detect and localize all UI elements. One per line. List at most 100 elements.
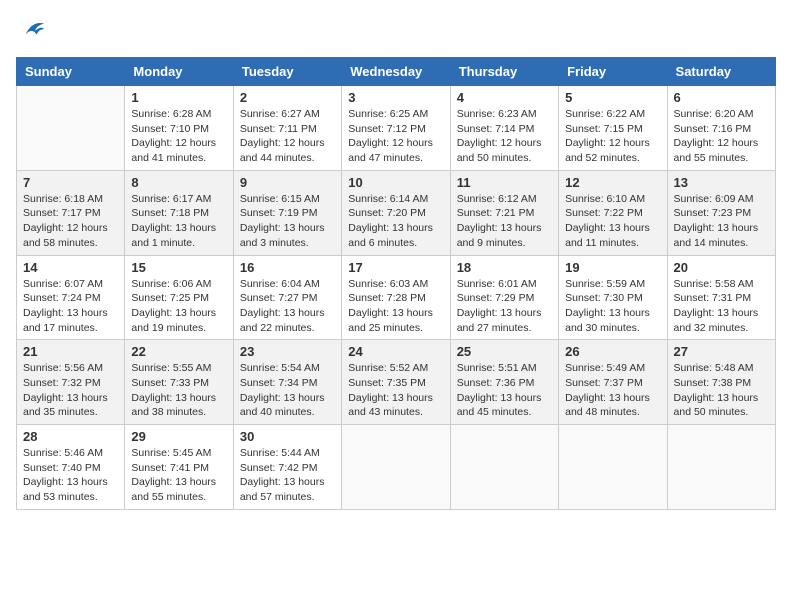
table-row: 19 Sunrise: 5:59 AM Sunset: 7:30 PM Dayli… (559, 255, 667, 340)
day-info: Sunrise: 5:54 AM Sunset: 7:34 PM Dayligh… (240, 361, 335, 420)
table-row: 11 Sunrise: 6:12 AM Sunset: 7:21 PM Dayli… (450, 170, 558, 255)
day-number: 29 (131, 429, 226, 444)
day-info: Sunrise: 6:15 AM Sunset: 7:19 PM Dayligh… (240, 192, 335, 251)
table-row (559, 425, 667, 510)
week-row-1: 1 Sunrise: 6:28 AM Sunset: 7:10 PM Daylig… (17, 86, 776, 171)
day-info: Sunrise: 6:25 AM Sunset: 7:12 PM Dayligh… (348, 107, 443, 166)
day-info: Sunrise: 6:20 AM Sunset: 7:16 PM Dayligh… (674, 107, 769, 166)
weekday-header-thursday: Thursday (450, 58, 558, 86)
day-info: Sunrise: 6:01 AM Sunset: 7:29 PM Dayligh… (457, 277, 552, 336)
day-info: Sunrise: 5:48 AM Sunset: 7:38 PM Dayligh… (674, 361, 769, 420)
day-number: 21 (23, 344, 118, 359)
weekday-header-wednesday: Wednesday (342, 58, 450, 86)
table-row: 6 Sunrise: 6:20 AM Sunset: 7:16 PM Daylig… (667, 86, 775, 171)
table-row: 2 Sunrise: 6:27 AM Sunset: 7:11 PM Daylig… (233, 86, 341, 171)
day-info: Sunrise: 6:12 AM Sunset: 7:21 PM Dayligh… (457, 192, 552, 251)
day-number: 17 (348, 260, 443, 275)
table-row: 22 Sunrise: 5:55 AM Sunset: 7:33 PM Dayli… (125, 340, 233, 425)
table-row: 21Sunrise: 5:56 AM Sunset: 7:32 PM Dayli… (17, 340, 125, 425)
day-number: 9 (240, 175, 335, 190)
day-number: 16 (240, 260, 335, 275)
day-number: 4 (457, 90, 552, 105)
table-row: 27Sunrise: 5:48 AM Sunset: 7:38 PM Dayli… (667, 340, 775, 425)
table-row: 7 Sunrise: 6:18 AM Sunset: 7:17 PM Daylig… (17, 170, 125, 255)
table-row (17, 86, 125, 171)
table-row: 26 Sunrise: 5:49 AM Sunset: 7:37 PM Dayli… (559, 340, 667, 425)
table-row: 3 Sunrise: 6:25 AM Sunset: 7:12 PM Daylig… (342, 86, 450, 171)
logo-bird-icon (18, 16, 46, 44)
day-info: Sunrise: 6:09 AM Sunset: 7:23 PM Dayligh… (674, 192, 769, 251)
day-info: Sunrise: 6:22 AM Sunset: 7:15 PM Dayligh… (565, 107, 660, 166)
table-row: 16 Sunrise: 6:04 AM Sunset: 7:27 PM Dayli… (233, 255, 341, 340)
day-info: Sunrise: 6:23 AM Sunset: 7:14 PM Dayligh… (457, 107, 552, 166)
day-info: Sunrise: 6:18 AM Sunset: 7:17 PM Dayligh… (23, 192, 118, 251)
table-row: 4 Sunrise: 6:23 AM Sunset: 7:14 PM Daylig… (450, 86, 558, 171)
day-info: Sunrise: 5:49 AM Sunset: 7:37 PM Dayligh… (565, 361, 660, 420)
day-info: Sunrise: 5:52 AM Sunset: 7:35 PM Dayligh… (348, 361, 443, 420)
table-row: 30 Sunrise: 5:44 AM Sunset: 7:42 PM Dayli… (233, 425, 341, 510)
weekday-header-monday: Monday (125, 58, 233, 86)
logo-text (16, 16, 46, 49)
day-number: 22 (131, 344, 226, 359)
day-info: Sunrise: 6:06 AM Sunset: 7:25 PM Dayligh… (131, 277, 226, 336)
day-number: 1 (131, 90, 226, 105)
day-number: 26 (565, 344, 660, 359)
day-number: 28 (23, 429, 118, 444)
day-info: Sunrise: 5:59 AM Sunset: 7:30 PM Dayligh… (565, 277, 660, 336)
day-number: 8 (131, 175, 226, 190)
day-info: Sunrise: 6:03 AM Sunset: 7:28 PM Dayligh… (348, 277, 443, 336)
day-info: Sunrise: 6:10 AM Sunset: 7:22 PM Dayligh… (565, 192, 660, 251)
weekday-header-friday: Friday (559, 58, 667, 86)
day-number: 23 (240, 344, 335, 359)
day-number: 5 (565, 90, 660, 105)
table-row: 1 Sunrise: 6:28 AM Sunset: 7:10 PM Daylig… (125, 86, 233, 171)
day-number: 15 (131, 260, 226, 275)
weekday-header-saturday: Saturday (667, 58, 775, 86)
day-number: 2 (240, 90, 335, 105)
day-number: 30 (240, 429, 335, 444)
day-number: 18 (457, 260, 552, 275)
day-info: Sunrise: 6:14 AM Sunset: 7:20 PM Dayligh… (348, 192, 443, 251)
day-info: Sunrise: 5:44 AM Sunset: 7:42 PM Dayligh… (240, 446, 335, 505)
table-row: 24 Sunrise: 5:52 AM Sunset: 7:35 PM Dayli… (342, 340, 450, 425)
table-row: 29Sunrise: 5:45 AM Sunset: 7:41 PM Dayli… (125, 425, 233, 510)
table-row: 17 Sunrise: 6:03 AM Sunset: 7:28 PM Dayli… (342, 255, 450, 340)
day-number: 19 (565, 260, 660, 275)
table-row: 14Sunrise: 6:07 AM Sunset: 7:24 PM Dayli… (17, 255, 125, 340)
day-number: 14 (23, 260, 118, 275)
day-info: Sunrise: 5:46 AM Sunset: 7:40 PM Dayligh… (23, 446, 118, 505)
table-row (342, 425, 450, 510)
weekday-header-row: SundayMondayTuesdayWednesdayThursdayFrid… (17, 58, 776, 86)
table-row (450, 425, 558, 510)
logo (16, 16, 46, 49)
table-row: 9 Sunrise: 6:15 AM Sunset: 7:19 PM Daylig… (233, 170, 341, 255)
table-row: 12Sunrise: 6:10 AM Sunset: 7:22 PM Dayli… (559, 170, 667, 255)
table-row: 20Sunrise: 5:58 AM Sunset: 7:31 PM Dayli… (667, 255, 775, 340)
table-row (667, 425, 775, 510)
day-info: Sunrise: 5:55 AM Sunset: 7:33 PM Dayligh… (131, 361, 226, 420)
day-number: 20 (674, 260, 769, 275)
table-row: 18 Sunrise: 6:01 AM Sunset: 7:29 PM Dayli… (450, 255, 558, 340)
day-info: Sunrise: 6:04 AM Sunset: 7:27 PM Dayligh… (240, 277, 335, 336)
table-row: 10 Sunrise: 6:14 AM Sunset: 7:20 PM Dayli… (342, 170, 450, 255)
day-number: 7 (23, 175, 118, 190)
day-info: Sunrise: 6:28 AM Sunset: 7:10 PM Dayligh… (131, 107, 226, 166)
day-number: 10 (348, 175, 443, 190)
day-info: Sunrise: 5:51 AM Sunset: 7:36 PM Dayligh… (457, 361, 552, 420)
week-row-3: 14Sunrise: 6:07 AM Sunset: 7:24 PM Dayli… (17, 255, 776, 340)
week-row-2: 7 Sunrise: 6:18 AM Sunset: 7:17 PM Daylig… (17, 170, 776, 255)
day-number: 24 (348, 344, 443, 359)
table-row: 8 Sunrise: 6:17 AM Sunset: 7:18 PM Daylig… (125, 170, 233, 255)
weekday-header-tuesday: Tuesday (233, 58, 341, 86)
week-row-5: 28 Sunrise: 5:46 AM Sunset: 7:40 PM Dayli… (17, 425, 776, 510)
table-row: 5 Sunrise: 6:22 AM Sunset: 7:15 PM Daylig… (559, 86, 667, 171)
page-header (16, 16, 776, 49)
day-number: 6 (674, 90, 769, 105)
day-number: 11 (457, 175, 552, 190)
day-info: Sunrise: 6:17 AM Sunset: 7:18 PM Dayligh… (131, 192, 226, 251)
day-info: Sunrise: 6:27 AM Sunset: 7:11 PM Dayligh… (240, 107, 335, 166)
day-number: 3 (348, 90, 443, 105)
weekday-header-sunday: Sunday (17, 58, 125, 86)
day-number: 25 (457, 344, 552, 359)
week-row-4: 21Sunrise: 5:56 AM Sunset: 7:32 PM Dayli… (17, 340, 776, 425)
